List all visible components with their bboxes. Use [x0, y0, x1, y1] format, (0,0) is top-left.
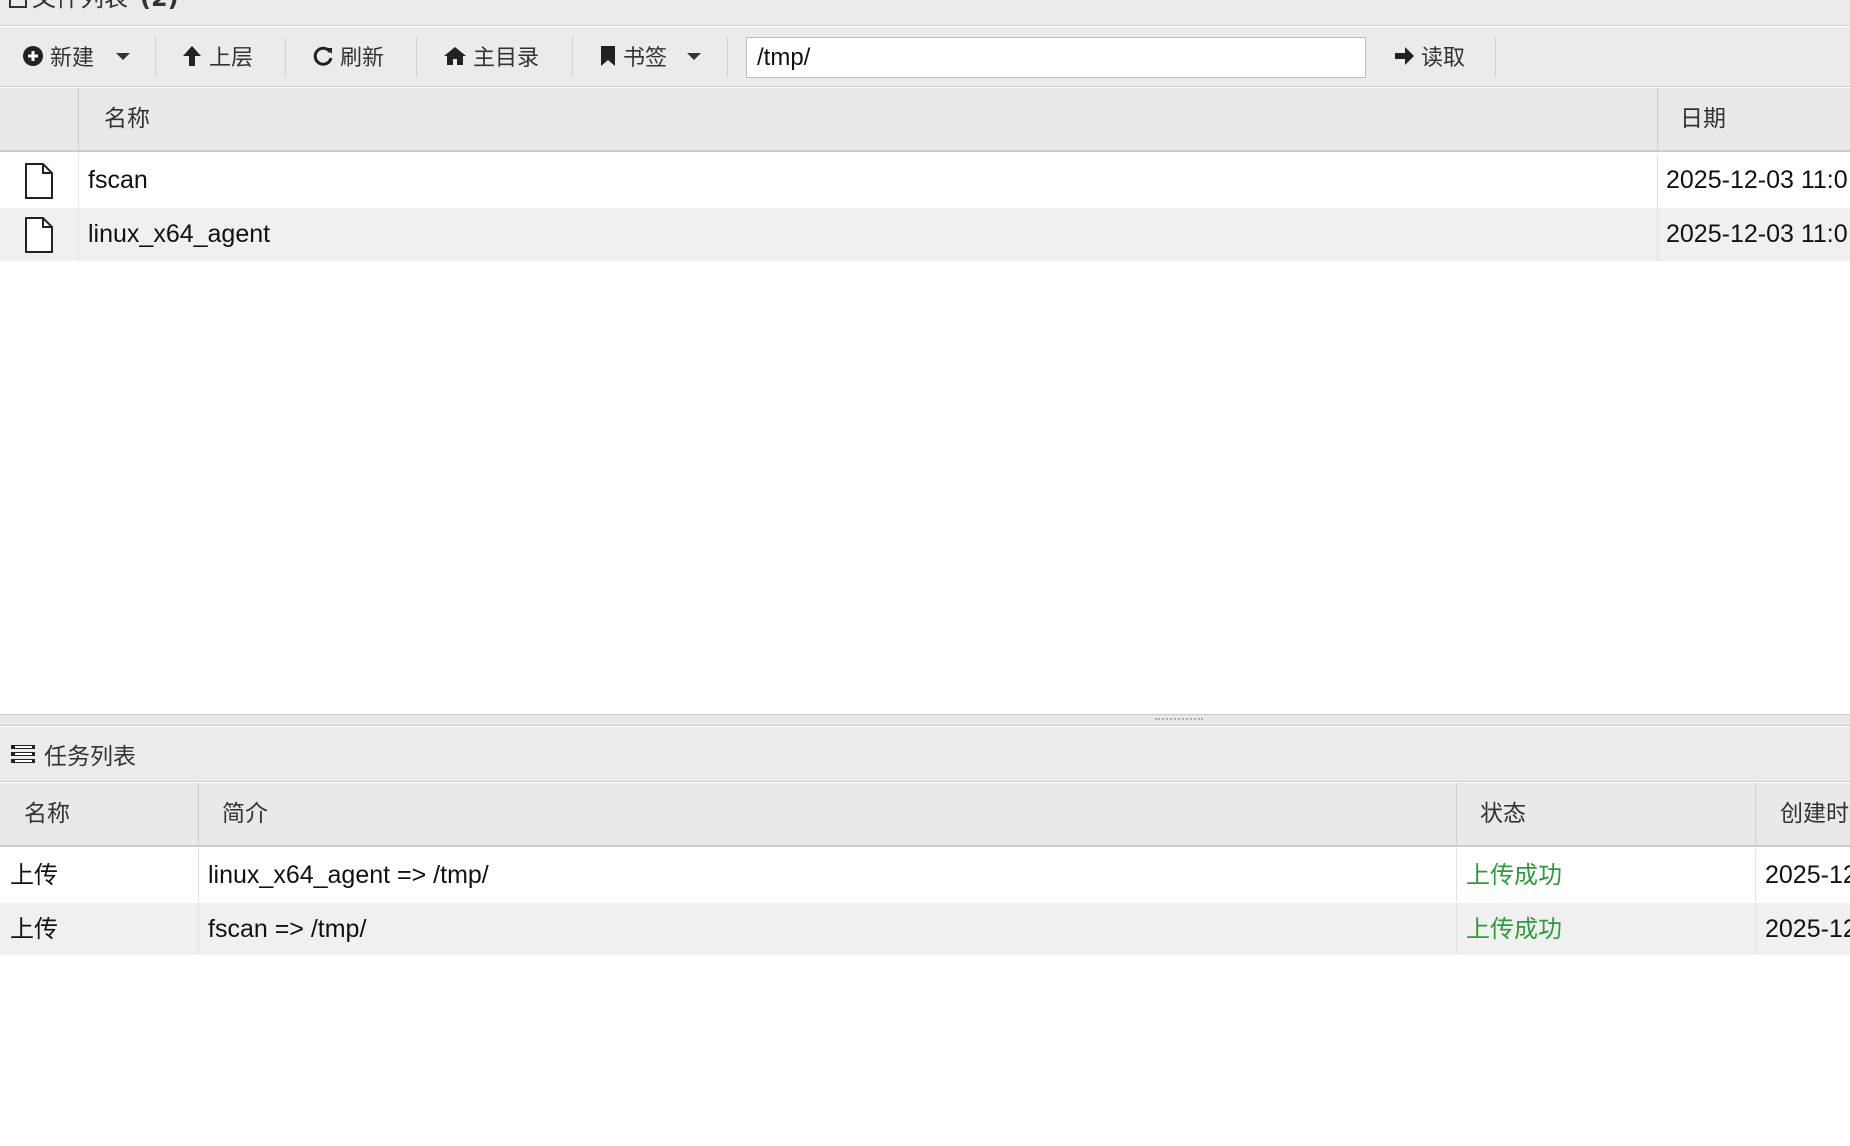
- task-row[interactable]: 上传 fscan => /tmp/ 上传成功 2025-12: [0, 903, 1850, 955]
- file-name: linux_x64_agent: [88, 220, 271, 248]
- cell-divider: [1456, 849, 1457, 901]
- task-table-header: 名称 简介 状态 创建时: [0, 783, 1850, 847]
- file-list-icon: [9, 0, 27, 8]
- column-header-name[interactable]: 名称: [104, 88, 150, 150]
- task-list-icon: [11, 745, 35, 763]
- column-header-name[interactable]: 名称: [24, 783, 70, 845]
- file-date: 2025-12-03 11:0: [1666, 166, 1848, 194]
- plus-circle-icon: [23, 46, 43, 66]
- toolbar-divider: [572, 37, 573, 77]
- refresh-icon: [313, 46, 333, 66]
- bookmark-button[interactable]: 书签: [599, 37, 705, 75]
- column-divider[interactable]: [78, 88, 79, 150]
- home-label: 主目录: [473, 46, 540, 71]
- task-panel-title: 任务列表: [44, 744, 136, 770]
- cell-divider: [1755, 849, 1756, 901]
- file-date: 2025-12-03 11:0: [1666, 220, 1848, 248]
- task-summary: fscan => /tmp/: [208, 915, 367, 943]
- path-input[interactable]: [746, 37, 1366, 78]
- cell-divider: [78, 208, 79, 261]
- task-summary: linux_x64_agent => /tmp/: [208, 861, 489, 889]
- read-button[interactable]: 读取: [1393, 37, 1465, 75]
- toolbar-divider: [155, 37, 156, 77]
- caret-down-icon: [687, 53, 702, 60]
- column-header-summary[interactable]: 简介: [222, 783, 268, 845]
- up-level-button[interactable]: 上层: [181, 37, 253, 75]
- home-icon: [444, 47, 466, 65]
- cell-divider: [78, 154, 79, 207]
- toolbar-divider: [285, 37, 286, 77]
- file-table-header: 名称 日期: [0, 88, 1850, 152]
- panel-splitter[interactable]: [0, 714, 1850, 726]
- file-toolbar: 新建 上层 刷新 主目录 书签 读取: [0, 27, 1850, 87]
- toolbar-divider: [416, 37, 417, 77]
- bookmark-label: 书签: [623, 46, 668, 71]
- column-header-created[interactable]: 创建时: [1780, 783, 1849, 845]
- file-icon: [25, 163, 53, 199]
- task-created: 2025-12: [1765, 861, 1850, 889]
- new-button[interactable]: 新建: [22, 37, 134, 75]
- new-button-label: 新建: [50, 46, 95, 71]
- column-divider[interactable]: [1755, 783, 1756, 845]
- caret-down-icon: [116, 53, 131, 60]
- cell-divider: [1755, 903, 1756, 955]
- read-label: 读取: [1421, 46, 1466, 71]
- cell-divider: [1657, 208, 1658, 261]
- file-icon: [25, 217, 53, 253]
- cell-divider: [1657, 154, 1658, 207]
- file-name: fscan: [88, 166, 148, 194]
- column-header-date[interactable]: 日期: [1680, 88, 1726, 150]
- file-panel-title: 文件列表: [32, 0, 128, 11]
- file-panel-header: 文件列表 (2): [0, 0, 1850, 26]
- splitter-grip[interactable]: [1155, 718, 1203, 720]
- toolbar-divider: [727, 37, 728, 77]
- column-header-status[interactable]: 状态: [1480, 783, 1526, 845]
- cell-divider: [198, 849, 199, 901]
- task-created: 2025-12: [1765, 915, 1850, 943]
- task-name: 上传: [10, 861, 58, 889]
- task-status: 上传成功: [1466, 861, 1562, 889]
- task-status: 上传成功: [1466, 915, 1562, 943]
- file-row[interactable]: fscan 2025-12-03 11:0: [0, 154, 1850, 207]
- cell-divider: [1456, 903, 1457, 955]
- column-divider[interactable]: [198, 783, 199, 845]
- cell-divider: [198, 903, 199, 955]
- task-row[interactable]: 上传 linux_x64_agent => /tmp/ 上传成功 2025-12: [0, 849, 1850, 901]
- file-row[interactable]: linux_x64_agent 2025-12-03 11:0: [0, 208, 1850, 261]
- column-divider[interactable]: [1657, 88, 1658, 150]
- column-divider[interactable]: [1456, 783, 1457, 845]
- refresh-label: 刷新: [340, 46, 385, 71]
- home-button[interactable]: 主目录: [443, 37, 539, 75]
- arrow-right-icon: [1395, 47, 1414, 65]
- arrow-up-icon: [183, 46, 201, 66]
- task-panel-header: 任务列表: [0, 727, 1850, 782]
- file-count: (2): [140, 0, 179, 11]
- refresh-button[interactable]: 刷新: [312, 37, 384, 75]
- file-manager-window: 文件列表 (2) 新建 上层 刷新 主目录 书签: [0, 0, 1850, 1146]
- task-name: 上传: [10, 915, 58, 943]
- toolbar-divider: [1495, 37, 1496, 77]
- up-level-label: 上层: [209, 46, 254, 71]
- bookmark-icon: [601, 46, 615, 66]
